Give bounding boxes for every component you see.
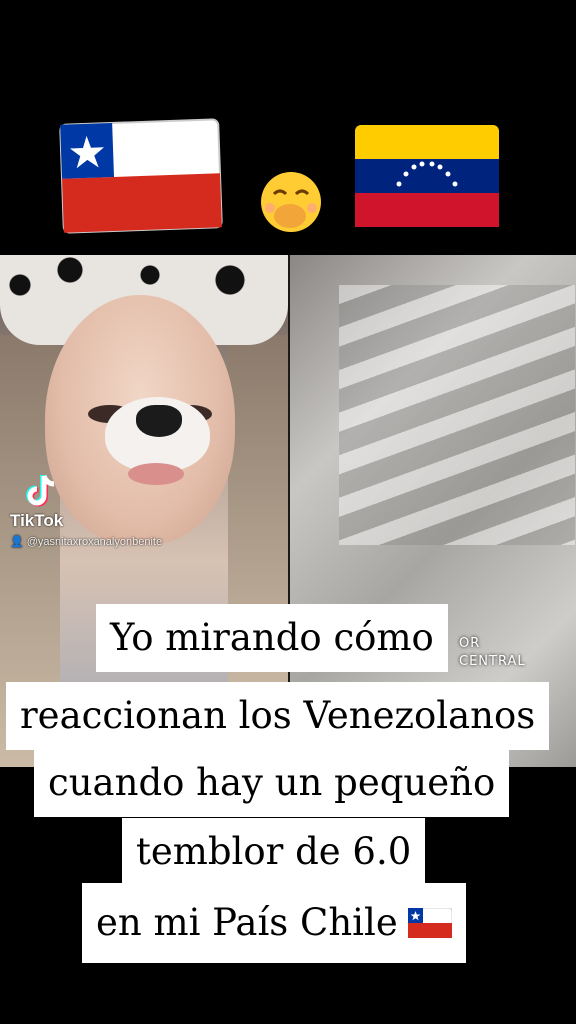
right-pane-text-line-1: OR bbox=[459, 636, 481, 651]
venezuela-flag-icon bbox=[355, 125, 499, 227]
railing-shadows bbox=[339, 285, 575, 545]
lips bbox=[128, 463, 184, 485]
caption-line-5: en mi País Chile bbox=[82, 883, 466, 963]
caption-line-3: cuando hay un pequeño bbox=[34, 749, 510, 817]
right-pane-text-line-2: CENTRAL bbox=[459, 654, 526, 669]
chile-flag-icon bbox=[59, 118, 223, 234]
caption-line-4: temblor de 6.0 bbox=[122, 818, 426, 886]
dog-filter-nose bbox=[136, 405, 182, 437]
tiktok-logo-icon bbox=[26, 475, 55, 507]
right-pane-overlay-text: OR CENTRAL bbox=[459, 635, 526, 671]
face-with-hand-over-mouth-icon bbox=[261, 172, 321, 232]
caption-line-5-text: en mi País Chile bbox=[96, 901, 398, 944]
tiktok-watermark-label: TikTok bbox=[10, 511, 64, 530]
caption-line-2: reaccionan los Venezolanos bbox=[6, 682, 550, 750]
tiktok-watermark-username: 👤 @yasnitaxroxanalyonbenite bbox=[10, 535, 162, 548]
user-icon: 👤 bbox=[10, 536, 24, 548]
chile-flag-icon bbox=[407, 908, 452, 938]
username-text: @yasnitaxroxanalyonbenite bbox=[26, 536, 163, 548]
caption-line-1: Yo mirando cómo bbox=[96, 604, 448, 672]
